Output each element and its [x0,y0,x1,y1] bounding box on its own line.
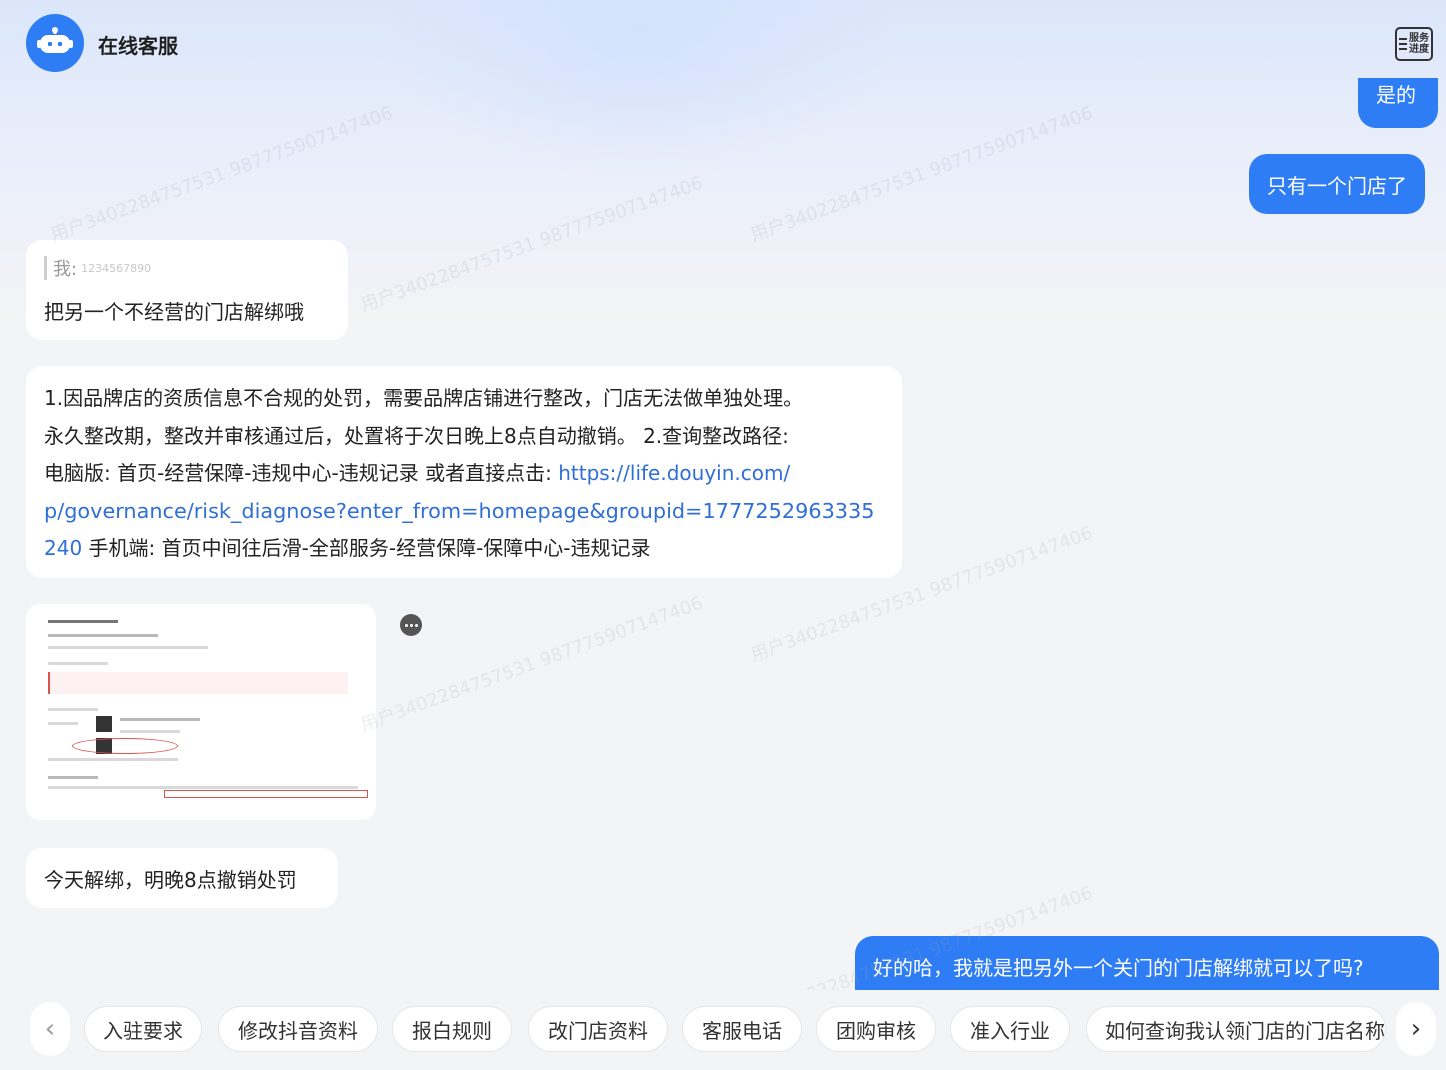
quick-reply-chip[interactable]: 客服电话 [682,1006,802,1052]
user-message: 好的哈，我就是把另外一个关门的门店解绑就可以了吗? [855,936,1439,990]
quote-label: 我: [53,259,78,280]
quote-name: 1234567890 [81,261,152,275]
answer-line: 电脑版: 首页-经营保障-违规中心-违规记录 或者直接点击: https://l… [44,461,791,485]
answer-line: 240 手机端: 首页中间往后滑-全部服务-经营保障-保障中心-违规记录 [44,536,651,560]
screenshot-image[interactable] [26,604,376,820]
user-message-text: 好的哈，我就是把另外一个关门的门店解绑就可以了吗? [873,956,1364,980]
user-message-text: 只有一个门店了 [1267,173,1407,198]
quick-reply-chip[interactable]: 准入行业 [950,1006,1070,1052]
robot-logo-icon [26,14,84,72]
bot-message-answer: 1.因品牌店的资质信息不合规的处罚，需要品牌店铺进行整改，门店无法做单独处理。 … [26,366,902,578]
governance-link-cont[interactable]: p/governance/risk_diagnose?enter_from=ho… [44,493,884,531]
quick-reply-bar: ‹ 入驻要求 修改抖音资料 报白规则 改门店资料 客服电话 团购审核 准入行业 … [0,990,1446,1070]
quick-reply-chip[interactable]: 如何查询我认领门店的门店名称 [1086,1006,1386,1052]
bot-message-quote: 我: 1234567890 把另一个不经营的门店解绑哦 [26,240,348,340]
bot-message-text: 今天解绑，明晚8点撤销处罚 [44,867,297,892]
progress-label-line1: 服务 [1409,33,1429,44]
bot-message-text: 把另一个不经营的门店解绑哦 [44,300,304,324]
quick-reply-chip[interactable]: 报白规则 [392,1006,512,1052]
progress-label-line2: 进度 [1409,44,1429,55]
header: 在线客服 服务 进度 [0,0,1446,88]
user-message: 只有一个门店了 [1249,154,1425,214]
comment-icon[interactable] [400,614,422,636]
quote-bar [44,256,47,280]
quick-reply-chip[interactable]: 修改抖音资料 [218,1006,378,1052]
answer-line: 永久整改期，整改并审核通过后，处置将于次日晚上8点自动撤销。 2.查询整改路径: [44,423,789,448]
service-progress-icon: 服务 进度 [1395,27,1433,61]
page-title: 在线客服 [98,34,178,58]
prev-arrow-icon[interactable]: ‹ [30,1002,70,1056]
answer-line: 1.因品牌店的资质信息不合规的处罚，需要品牌店铺进行整改，门店无法做单独处理。 [44,386,804,410]
bot-message-short: 今天解绑，明晚8点撤销处罚 [26,848,338,908]
quick-reply-chip[interactable]: 改门店资料 [528,1006,668,1052]
chat-area[interactable]: 是的 只有一个门店了 我: 1234567890 把另一个不经营的门店解绑哦 1… [0,0,1446,990]
governance-link-end[interactable]: 240 [44,536,82,560]
quick-reply-chip[interactable]: 入驻要求 [84,1006,202,1052]
governance-link[interactable]: https://life.douyin.com/ [558,461,790,485]
quick-reply-chip[interactable]: 团购审核 [816,1006,936,1052]
service-progress-button[interactable]: 服务 进度 [1394,26,1434,62]
next-arrow-icon[interactable]: › [1396,1002,1436,1056]
